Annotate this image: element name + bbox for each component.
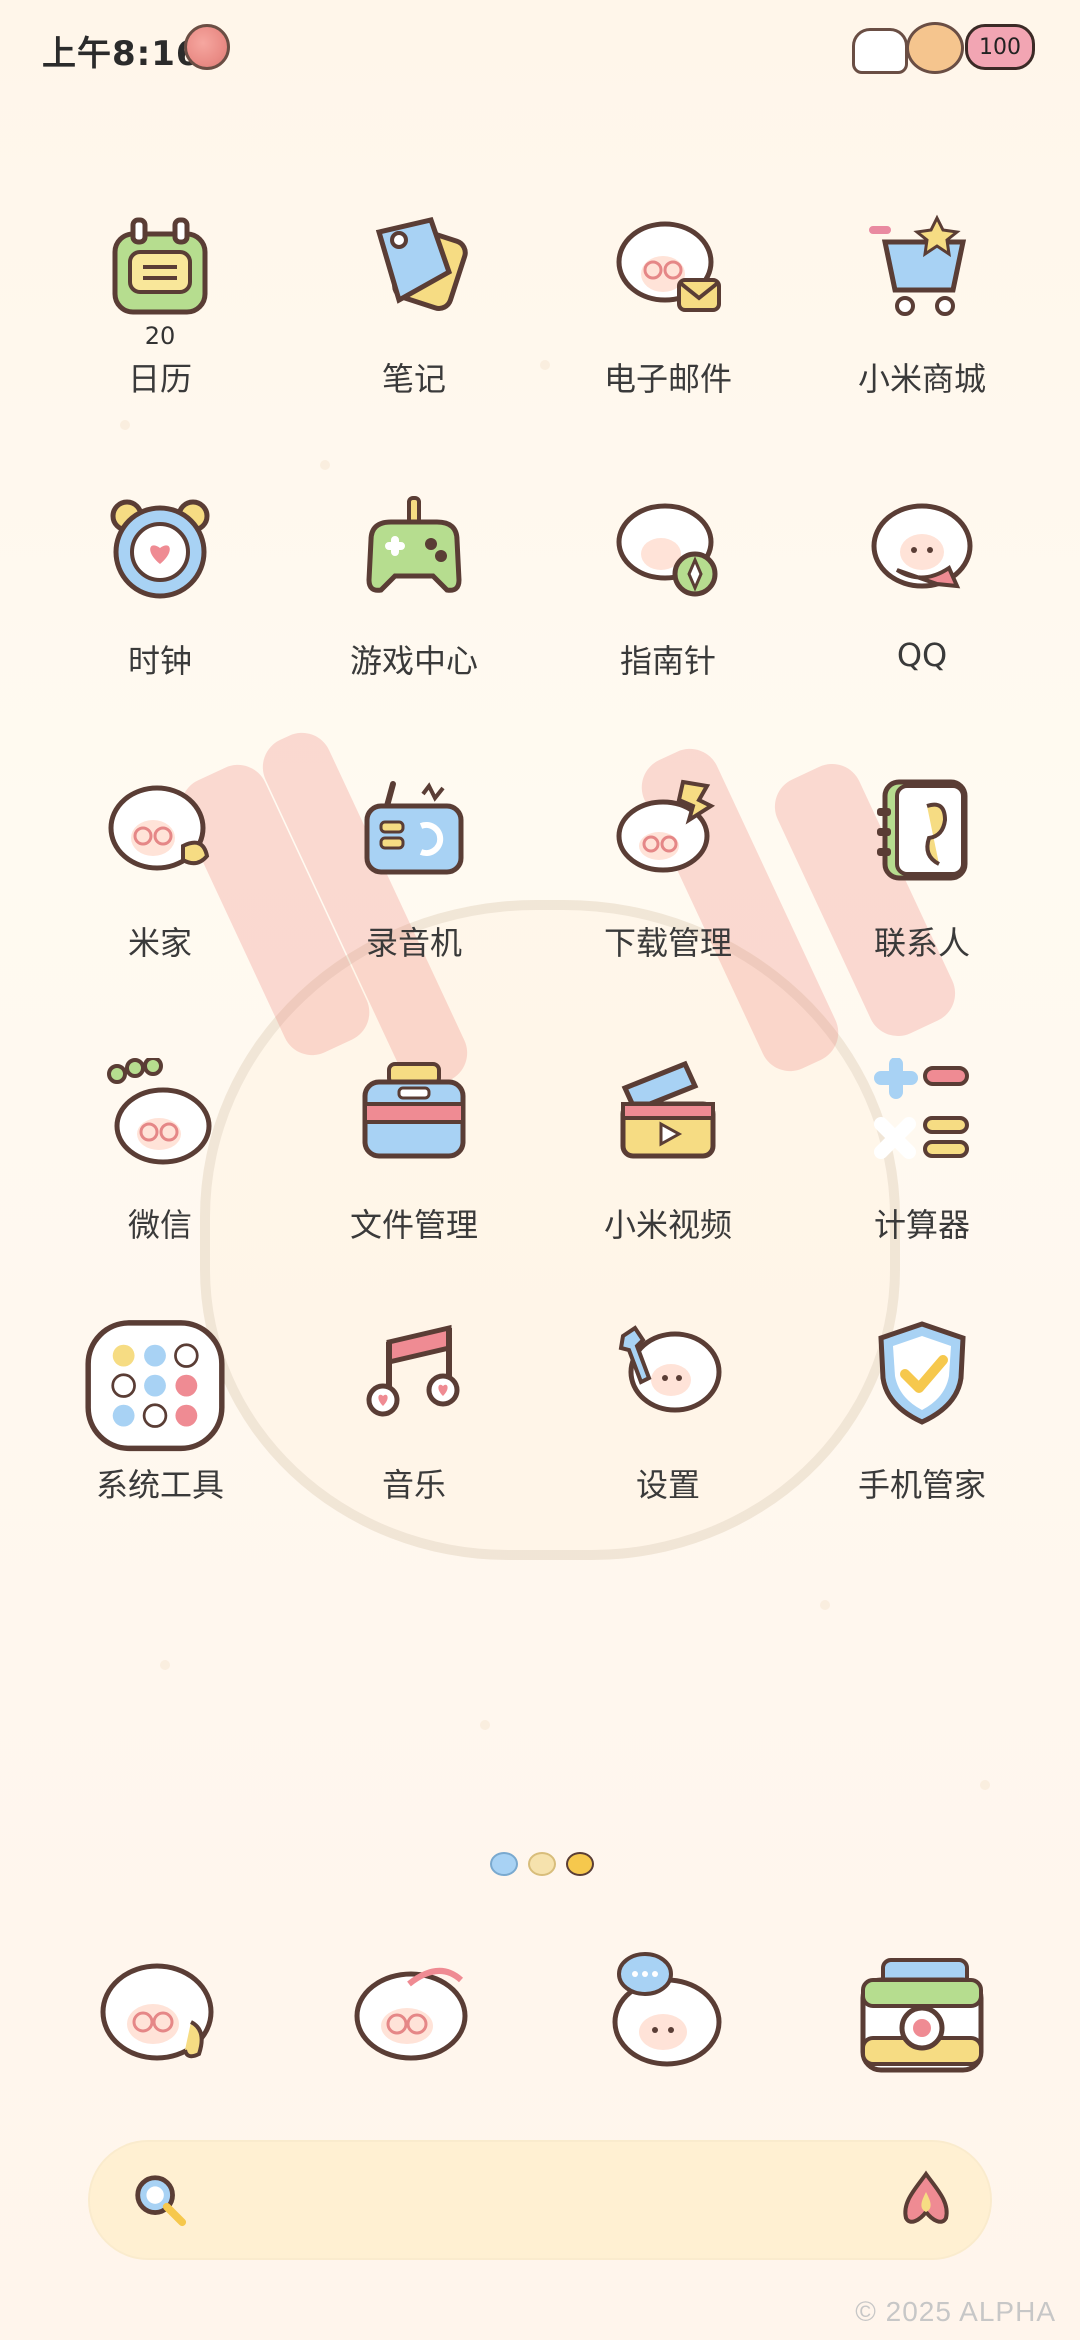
wechat-icon xyxy=(107,1058,212,1165)
calendar-date: 20 xyxy=(144,322,176,350)
app-label: 录音机 xyxy=(365,924,462,962)
app-label: 音乐 xyxy=(381,1466,446,1504)
app-downloads[interactable]: 下载管理 xyxy=(568,776,768,1006)
dock-browser[interactable] xyxy=(603,1950,733,2080)
search-bar[interactable] xyxy=(88,2140,992,2260)
qq-icon xyxy=(871,503,973,589)
app-notes[interactable]: 笔记 xyxy=(314,212,514,442)
app-label: 联系人 xyxy=(873,924,970,962)
page-dot-active[interactable] xyxy=(566,1852,594,1876)
settings-icon xyxy=(618,1325,722,1413)
security-shield-icon xyxy=(878,1321,966,1425)
status-time: 上午8:16 xyxy=(42,34,201,74)
app-compass[interactable]: 指南针 xyxy=(568,494,768,724)
app-security[interactable]: 手机管家 xyxy=(822,1318,1022,1548)
app-label: 指南针 xyxy=(619,642,716,680)
download-icon xyxy=(616,779,716,873)
dock-camera[interactable] xyxy=(857,1950,987,2080)
dock-messages[interactable] xyxy=(349,1950,479,2080)
contacts-icon xyxy=(877,779,968,881)
camera-icon xyxy=(860,1958,984,2073)
app-mijia[interactable]: 米家 xyxy=(60,776,260,1006)
notes-icon xyxy=(375,217,468,311)
assistant-icon[interactable] xyxy=(896,2168,956,2228)
battery-indicator: 100 xyxy=(965,24,1035,70)
app-calculator[interactable]: 计算器 xyxy=(822,1058,1022,1288)
app-calendar[interactable]: 20 日历 xyxy=(60,212,260,442)
app-file-manager[interactable]: 文件管理 xyxy=(314,1058,514,1288)
app-mi-video[interactable]: 小米视频 xyxy=(568,1058,768,1288)
app-wechat[interactable]: 微信 xyxy=(60,1058,260,1288)
browser-icon xyxy=(612,1952,722,2067)
app-label: 时钟 xyxy=(127,642,192,680)
app-label: 电子邮件 xyxy=(603,360,732,398)
gamepad-icon xyxy=(366,496,462,593)
app-label: 文件管理 xyxy=(349,1206,478,1244)
clock-icon xyxy=(110,499,210,599)
app-mi-store[interactable]: 小米商城 xyxy=(822,212,1022,442)
calculator-icon xyxy=(874,1058,969,1159)
video-icon xyxy=(620,1060,716,1159)
recorder-icon xyxy=(364,781,464,875)
compass-icon xyxy=(616,503,718,597)
watermark: © 2025 ALPHA xyxy=(855,2296,1056,2327)
shopping-cart-icon xyxy=(869,214,967,316)
app-label: 手机管家 xyxy=(857,1466,986,1504)
mijia-icon xyxy=(108,785,210,871)
app-label: 小米视频 xyxy=(603,1206,732,1244)
app-clock[interactable]: 时钟 xyxy=(60,494,260,724)
app-label: 设置 xyxy=(635,1466,700,1504)
app-system-tools-folder[interactable]: 系统工具 xyxy=(60,1318,260,1548)
page-dot[interactable] xyxy=(490,1852,518,1876)
app-label: 笔记 xyxy=(381,360,446,398)
app-label: 系统工具 xyxy=(95,1466,224,1504)
email-icon xyxy=(616,221,721,312)
app-music[interactable]: 音乐 xyxy=(314,1318,514,1548)
app-label: 微信 xyxy=(127,1206,192,1244)
wifi-icon xyxy=(906,22,964,74)
app-contacts[interactable]: 联系人 xyxy=(822,776,1022,1006)
app-label: 游戏中心 xyxy=(349,642,478,680)
calendar-icon xyxy=(112,217,208,315)
page-dot[interactable] xyxy=(528,1852,556,1876)
app-recorder[interactable]: 录音机 xyxy=(314,776,514,1006)
signal-icon xyxy=(852,28,908,74)
app-label: 米家 xyxy=(127,924,192,962)
search-icon[interactable] xyxy=(130,2170,188,2228)
app-label: 日历 xyxy=(127,360,192,398)
app-label: 小米商城 xyxy=(857,360,986,398)
app-label: 计算器 xyxy=(873,1206,970,1244)
app-label: 下载管理 xyxy=(603,924,732,962)
dock-phone[interactable] xyxy=(95,1950,225,2080)
status-bar: 上午8:16 100 xyxy=(0,0,1080,95)
messages-icon xyxy=(354,1968,468,2061)
file-manager-icon xyxy=(362,1062,466,1159)
music-icon xyxy=(366,1324,460,1417)
app-settings[interactable]: 设置 xyxy=(568,1318,768,1548)
app-qq[interactable]: QQ xyxy=(822,494,1022,724)
strawberry-icon xyxy=(184,24,230,70)
page-indicator[interactable] xyxy=(490,1852,594,1876)
app-label: QQ xyxy=(896,636,948,674)
system-tools-folder-icon xyxy=(85,1320,225,1452)
phone-icon xyxy=(100,1963,214,2061)
app-email[interactable]: 电子邮件 xyxy=(568,212,768,442)
app-game-center[interactable]: 游戏中心 xyxy=(314,494,514,724)
